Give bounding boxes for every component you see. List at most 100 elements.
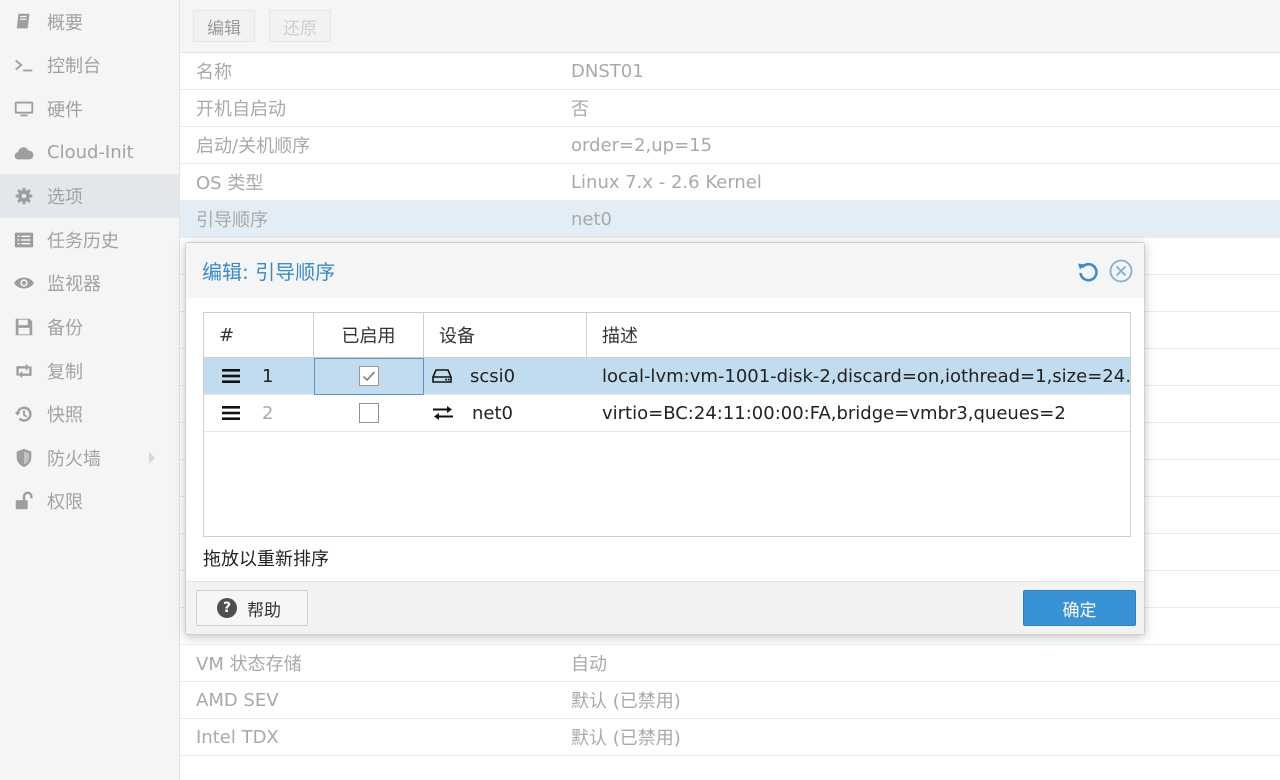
help-button[interactable]: ? 帮助 [196, 590, 308, 626]
hdd-icon [432, 369, 452, 383]
sidebar-item-label: 快照 [47, 405, 83, 427]
option-key: AMD SEV [196, 689, 279, 711]
option-key: 启动/关机顺序 [196, 136, 311, 157]
table-row[interactable]: 1 scsi0 local-lvm:vm-1001-disk-2,discard… [204, 357, 1130, 395]
option-row-ostype[interactable]: OS 类型 Linux 7.x - 2.6 Kernel [180, 164, 1280, 201]
column-header-device[interactable]: 设备 [424, 313, 587, 357]
option-value: DNST01 [571, 60, 644, 82]
sidebar-item-summary[interactable]: 概要 [0, 0, 179, 44]
sidebar-item-hardware[interactable]: 硬件 [0, 87, 179, 131]
option-key: 开机自启动 [196, 99, 286, 120]
sidebar-item-backup[interactable]: 备份 [0, 305, 179, 349]
column-header-enabled[interactable]: 已启用 [314, 313, 424, 357]
description-cell: local-lvm:vm-1001-disk-2,discard=on,ioth… [602, 365, 1130, 387]
dialog-title: 编辑: 引导顺序 [202, 260, 336, 284]
option-key: Intel TDX [196, 726, 279, 748]
option-value: 默认 (已禁用) [571, 691, 681, 712]
sidebar-item-snapshots[interactable]: 快照 [0, 392, 179, 436]
option-key: OS 类型 [196, 173, 264, 194]
close-icon[interactable] [1109, 259, 1133, 283]
edit-button[interactable]: 编辑 [193, 10, 255, 42]
order-number: 1 [262, 365, 274, 387]
retweet-icon [12, 359, 36, 383]
sidebar-item-permissions[interactable]: 权限 [0, 480, 179, 524]
floppy-icon [12, 315, 36, 339]
device-cell: scsi0 [424, 358, 587, 395]
boot-order-grid: # 已启用 设备 描述 1 scsi0 local-lvm:vm-1001-di… [203, 312, 1131, 537]
sidebar-item-label: 备份 [47, 317, 83, 339]
sidebar-item-label: 防火墙 [47, 448, 101, 470]
option-row-onboot[interactable]: 开机自启动 否 [180, 90, 1280, 127]
option-value: order=2,up=15 [571, 134, 713, 156]
terminal-icon [12, 53, 36, 77]
sidebar-item-console[interactable]: 控制台 [0, 44, 179, 88]
option-value: 自动 [571, 654, 607, 675]
sidebar-item-label: 概要 [47, 12, 83, 34]
book-icon [12, 10, 36, 34]
sidebar-item-options[interactable]: 选项 [0, 174, 179, 218]
enabled-checkbox[interactable] [359, 366, 379, 386]
option-key: VM 状态存储 [196, 654, 302, 675]
exchange-icon [433, 406, 453, 420]
monitor-icon [12, 97, 36, 121]
sidebar-item-monitor[interactable]: 监视器 [0, 262, 179, 306]
history-icon [12, 402, 36, 426]
cloud-icon [12, 141, 36, 165]
reset-icon[interactable] [1076, 259, 1100, 283]
toolbar: 编辑 还原 [180, 0, 1280, 53]
order-cell: 2 [204, 395, 314, 432]
sidebar-item-cloudinit[interactable]: Cloud-Init [0, 131, 179, 175]
gear-icon [12, 184, 36, 208]
option-value: 默认 (已禁用) [571, 728, 681, 749]
order-number: 2 [262, 402, 274, 424]
drag-handle-icon[interactable] [222, 405, 240, 421]
option-row-vmstate[interactable]: VM 状态存储 自动 [180, 645, 1280, 682]
enabled-checkbox[interactable] [359, 403, 379, 423]
option-row-startup[interactable]: 启动/关机顺序 order=2,up=15 [180, 127, 1280, 164]
unlock-icon [12, 489, 36, 513]
enabled-cell [314, 395, 424, 432]
sidebar-item-replication[interactable]: 复制 [0, 349, 179, 393]
order-cell: 1 [204, 358, 314, 395]
eye-icon [12, 271, 36, 295]
check-icon [362, 371, 376, 382]
column-header-description[interactable]: 描述 [587, 313, 1130, 357]
sidebar: 概要 控制台 硬件 Cloud-Init 选项 任务历史 监视器 备份 复制 快… [0, 0, 180, 780]
sidebar-item-label: 复制 [47, 361, 83, 383]
option-row-intel-tdx[interactable]: Intel TDX 默认 (已禁用) [180, 719, 1280, 756]
revert-button[interactable]: 还原 [269, 10, 331, 42]
sidebar-item-label: Cloud-Init [47, 142, 134, 164]
sidebar-item-firewall[interactable]: 防火墙 [0, 436, 179, 480]
ok-button[interactable]: 确定 [1023, 590, 1136, 626]
shield-icon [12, 446, 36, 470]
description-cell: virtio=BC:24:11:00:00:FA,bridge=vmbr3,qu… [602, 402, 1066, 424]
list-icon [12, 228, 36, 252]
sidebar-item-label: 控制台 [47, 56, 101, 78]
boot-order-dialog: 编辑: 引导顺序 # 已启用 设备 描述 1 scsi0 local-lvm:v… [185, 242, 1145, 635]
sidebar-item-label: 任务历史 [47, 230, 119, 252]
help-label: 帮助 [247, 600, 281, 621]
dialog-header: 编辑: 引导顺序 [186, 243, 1144, 298]
sidebar-item-label: 选项 [47, 187, 83, 209]
sidebar-item-label: 监视器 [47, 274, 101, 296]
grid-header: # 已启用 设备 描述 [204, 313, 1130, 358]
option-value: net0 [571, 208, 612, 230]
drag-handle-icon[interactable] [222, 368, 240, 384]
option-key: 名称 [196, 62, 232, 83]
drag-hint: 拖放以重新排序 [203, 549, 329, 570]
sidebar-item-label: 权限 [47, 492, 83, 514]
question-icon: ? [217, 598, 237, 618]
chevron-right-icon[interactable] [147, 450, 157, 466]
table-row[interactable]: 2 net0 virtio=BC:24:11:00:00:FA,bridge=v… [204, 395, 1130, 432]
option-row-amd-sev[interactable]: AMD SEV 默认 (已禁用) [180, 682, 1280, 719]
enabled-cell [314, 357, 424, 395]
option-row-boot-order[interactable]: 引导顺序 net0 [180, 201, 1280, 238]
option-row-name[interactable]: 名称 DNST01 [180, 53, 1280, 90]
device-cell: net0 [424, 395, 587, 432]
sidebar-item-label: 硬件 [47, 99, 83, 121]
option-value: Linux 7.x - 2.6 Kernel [571, 171, 762, 193]
sidebar-item-task-history[interactable]: 任务历史 [0, 218, 179, 262]
column-header-number[interactable]: # [204, 313, 314, 357]
device-name: scsi0 [470, 365, 516, 387]
option-value: 否 [571, 99, 589, 120]
